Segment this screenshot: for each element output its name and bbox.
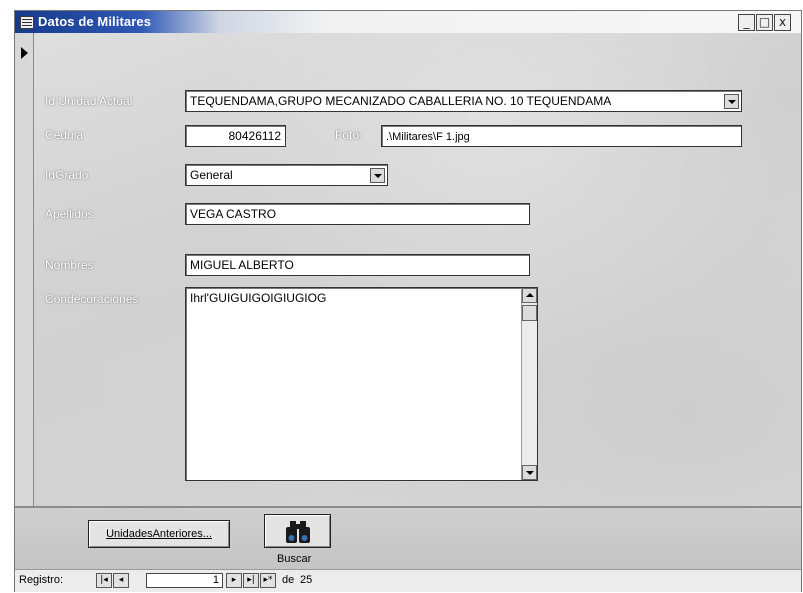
form-footer: UnidadesAnteriores... Buscar	[15, 506, 801, 571]
window-title: Datos de Militares	[38, 14, 152, 29]
scroll-up-icon[interactable]	[522, 288, 537, 303]
condecoraciones-memo[interactable]: Ihrl'GUIGUIGOIGIUGIOG	[185, 287, 538, 481]
unidades-anteriores-button[interactable]: UnidadesAnteriores...	[88, 520, 230, 548]
form-icon	[20, 16, 34, 29]
minimize-button[interactable]: _	[738, 14, 755, 31]
registro-label: Registro:	[19, 574, 64, 586]
title-bar[interactable]: Datos de Militares _ □ x	[15, 11, 801, 33]
close-button[interactable]: x	[774, 14, 791, 31]
scroll-down-icon[interactable]	[522, 465, 537, 480]
apellidos-value: VEGA CASTRO	[190, 207, 277, 221]
idgrado-dropdown-icon[interactable]	[370, 168, 385, 183]
current-record-arrow-icon	[21, 47, 28, 59]
id-unidad-dropdown-icon[interactable]	[724, 94, 739, 109]
foto-field[interactable]: .\Militares\F 1.jpg	[381, 125, 742, 147]
total-records: 25	[300, 574, 313, 586]
apellidos-label: Apellidos	[45, 207, 94, 221]
last-record-icon[interactable]: ▸|	[243, 573, 259, 588]
foto-value: .\Militares\F 1.jpg	[386, 131, 470, 143]
id-unidad-label: Id Unidad Actual	[45, 94, 133, 108]
binoculars-icon	[285, 521, 310, 543]
buscar-button[interactable]	[264, 514, 331, 548]
maximize-button[interactable]: □	[756, 14, 773, 31]
new-record-icon[interactable]: ▸*	[260, 573, 276, 588]
record-selector[interactable]	[15, 33, 34, 506]
nombres-label: Nombres	[45, 258, 94, 272]
memo-scrollbar[interactable]	[521, 288, 537, 480]
scroll-thumb[interactable]	[522, 305, 537, 321]
idgrado-value: General	[190, 168, 233, 182]
current-record-field[interactable]: 1	[146, 573, 223, 588]
cedula-value: 80426112	[228, 129, 282, 143]
record-navigation-bar: Registro: |◂ ◂ 1 ▸ ▸| ▸* de 25	[15, 569, 801, 592]
form-detail: Id Unidad Actual TEQUENDAMA,GRUPO MECANI…	[34, 33, 801, 506]
form-window: Datos de Militares _ □ x Id Unidad Actua…	[14, 10, 802, 592]
first-record-icon[interactable]: |◂	[96, 573, 112, 588]
idgrado-combo[interactable]: General	[185, 164, 388, 186]
condecoraciones-label: Condecoraciones	[45, 292, 139, 306]
buscar-label: Buscar	[277, 553, 312, 565]
idgrado-label: IdGrado	[45, 168, 89, 182]
next-record-icon[interactable]: ▸	[226, 573, 242, 588]
current-record-value: 1	[212, 574, 219, 586]
foto-label: Foto:	[335, 128, 363, 142]
nombres-field[interactable]: MIGUEL ALBERTO	[185, 254, 530, 276]
cedula-field[interactable]: 80426112	[185, 125, 286, 147]
cedula-label: Cedula	[45, 128, 84, 142]
condecoraciones-value: Ihrl'GUIGUIGOIGIUGIOG	[190, 291, 327, 305]
nombres-value: MIGUEL ALBERTO	[190, 258, 294, 272]
id-unidad-value: TEQUENDAMA,GRUPO MECANIZADO CABALLERIA N…	[190, 94, 612, 108]
of-label: de	[282, 574, 295, 586]
previous-record-icon[interactable]: ◂	[113, 573, 129, 588]
unidades-anteriores-label: UnidadesAnteriores...	[106, 528, 212, 540]
apellidos-field[interactable]: VEGA CASTRO	[185, 203, 530, 225]
id-unidad-combo[interactable]: TEQUENDAMA,GRUPO MECANIZADO CABALLERIA N…	[185, 90, 742, 112]
